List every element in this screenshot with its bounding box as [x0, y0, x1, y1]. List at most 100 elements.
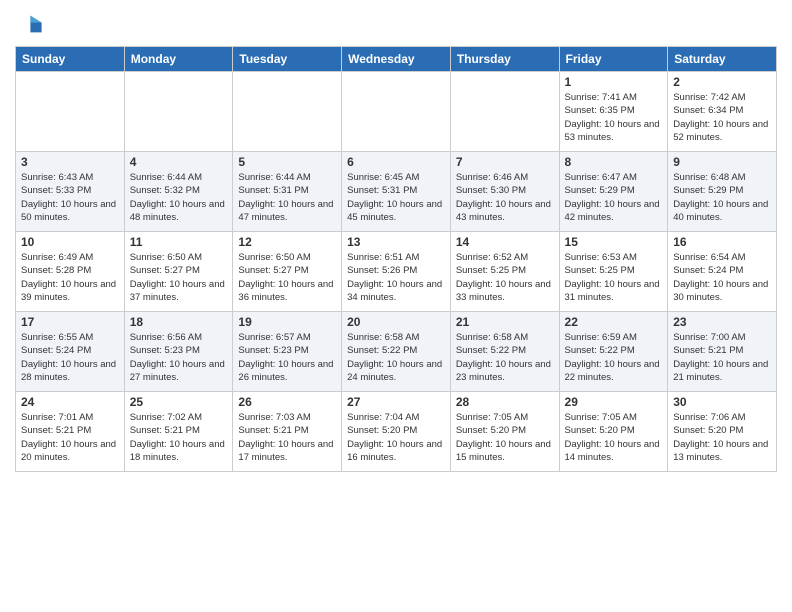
day-info: Sunrise: 7:01 AM Sunset: 5:21 PM Dayligh…: [21, 411, 119, 464]
day-info: Sunrise: 7:42 AM Sunset: 6:34 PM Dayligh…: [673, 91, 771, 144]
weekday-tuesday: Tuesday: [233, 47, 342, 72]
day-info: Sunrise: 7:06 AM Sunset: 5:20 PM Dayligh…: [673, 411, 771, 464]
day-number: 5: [238, 155, 336, 169]
day-cell: 15 Sunrise: 6:53 AM Sunset: 5:25 PM Dayli…: [559, 232, 668, 312]
day-number: 20: [347, 315, 445, 329]
weekday-sunday: Sunday: [16, 47, 125, 72]
day-cell: 25 Sunrise: 7:02 AM Sunset: 5:21 PM Dayli…: [124, 392, 233, 472]
day-number: 7: [456, 155, 554, 169]
day-cell: 7 Sunrise: 6:46 AM Sunset: 5:30 PM Daylig…: [450, 152, 559, 232]
day-number: 30: [673, 395, 771, 409]
day-info: Sunrise: 6:45 AM Sunset: 5:31 PM Dayligh…: [347, 171, 445, 224]
day-cell: 5 Sunrise: 6:44 AM Sunset: 5:31 PM Daylig…: [233, 152, 342, 232]
week-row-2: 10 Sunrise: 6:49 AM Sunset: 5:28 PM Dayli…: [16, 232, 777, 312]
day-info: Sunrise: 7:00 AM Sunset: 5:21 PM Dayligh…: [673, 331, 771, 384]
day-cell: 11 Sunrise: 6:50 AM Sunset: 5:27 PM Dayli…: [124, 232, 233, 312]
day-number: 12: [238, 235, 336, 249]
week-row-0: 1Sunrise: 7:41 AM Sunset: 6:35 PM Daylig…: [16, 72, 777, 152]
calendar: SundayMondayTuesdayWednesdayThursdayFrid…: [15, 46, 777, 472]
day-cell: 3 Sunrise: 6:43 AM Sunset: 5:33 PM Daylig…: [16, 152, 125, 232]
day-cell: 23Sunrise: 7:00 AM Sunset: 5:21 PM Dayli…: [668, 312, 777, 392]
day-info: Sunrise: 7:04 AM Sunset: 5:20 PM Dayligh…: [347, 411, 445, 464]
day-cell: 26Sunrise: 7:03 AM Sunset: 5:21 PM Dayli…: [233, 392, 342, 472]
day-number: 10: [21, 235, 119, 249]
day-number: 15: [565, 235, 663, 249]
day-info: Sunrise: 6:58 AM Sunset: 5:22 PM Dayligh…: [347, 331, 445, 384]
day-info: Sunrise: 7:02 AM Sunset: 5:21 PM Dayligh…: [130, 411, 228, 464]
day-cell: 13 Sunrise: 6:51 AM Sunset: 5:26 PM Dayli…: [342, 232, 451, 312]
day-cell: 4Sunrise: 6:44 AM Sunset: 5:32 PM Daylig…: [124, 152, 233, 232]
day-cell: 18 Sunrise: 6:56 AM Sunset: 5:23 PM Dayli…: [124, 312, 233, 392]
day-info: Sunrise: 6:55 AM Sunset: 5:24 PM Dayligh…: [21, 331, 119, 384]
week-row-1: 3 Sunrise: 6:43 AM Sunset: 5:33 PM Daylig…: [16, 152, 777, 232]
day-cell: [342, 72, 451, 152]
day-number: 16: [673, 235, 771, 249]
day-number: 2: [673, 75, 771, 89]
week-row-4: 24 Sunrise: 7:01 AM Sunset: 5:21 PM Dayli…: [16, 392, 777, 472]
day-info: Sunrise: 6:56 AM Sunset: 5:23 PM Dayligh…: [130, 331, 228, 384]
weekday-header-row: SundayMondayTuesdayWednesdayThursdayFrid…: [16, 47, 777, 72]
day-number: 27: [347, 395, 445, 409]
logo-icon: [15, 10, 43, 38]
day-cell: 19 Sunrise: 6:57 AM Sunset: 5:23 PM Dayli…: [233, 312, 342, 392]
day-info: Sunrise: 6:58 AM Sunset: 5:22 PM Dayligh…: [456, 331, 554, 384]
day-number: 17: [21, 315, 119, 329]
day-number: 14: [456, 235, 554, 249]
day-cell: [16, 72, 125, 152]
day-number: 29: [565, 395, 663, 409]
day-number: 1: [565, 75, 663, 89]
day-info: Sunrise: 6:52 AM Sunset: 5:25 PM Dayligh…: [456, 251, 554, 304]
day-cell: 9 Sunrise: 6:48 AM Sunset: 5:29 PM Daylig…: [668, 152, 777, 232]
weekday-wednesday: Wednesday: [342, 47, 451, 72]
weekday-monday: Monday: [124, 47, 233, 72]
day-cell: 27 Sunrise: 7:04 AM Sunset: 5:20 PM Dayli…: [342, 392, 451, 472]
week-row-3: 17 Sunrise: 6:55 AM Sunset: 5:24 PM Dayli…: [16, 312, 777, 392]
day-info: Sunrise: 6:46 AM Sunset: 5:30 PM Dayligh…: [456, 171, 554, 224]
day-cell: 8 Sunrise: 6:47 AM Sunset: 5:29 PM Daylig…: [559, 152, 668, 232]
day-cell: 17 Sunrise: 6:55 AM Sunset: 5:24 PM Dayli…: [16, 312, 125, 392]
day-info: Sunrise: 7:05 AM Sunset: 5:20 PM Dayligh…: [565, 411, 663, 464]
day-info: Sunrise: 6:59 AM Sunset: 5:22 PM Dayligh…: [565, 331, 663, 384]
day-number: 6: [347, 155, 445, 169]
day-number: 25: [130, 395, 228, 409]
weekday-friday: Friday: [559, 47, 668, 72]
day-cell: 29 Sunrise: 7:05 AM Sunset: 5:20 PM Dayli…: [559, 392, 668, 472]
day-number: 18: [130, 315, 228, 329]
day-number: 8: [565, 155, 663, 169]
day-number: 13: [347, 235, 445, 249]
day-cell: 6 Sunrise: 6:45 AM Sunset: 5:31 PM Daylig…: [342, 152, 451, 232]
day-number: 19: [238, 315, 336, 329]
day-info: Sunrise: 6:49 AM Sunset: 5:28 PM Dayligh…: [21, 251, 119, 304]
day-cell: 24 Sunrise: 7:01 AM Sunset: 5:21 PM Dayli…: [16, 392, 125, 472]
logo: [15, 10, 47, 38]
day-cell: 22 Sunrise: 6:59 AM Sunset: 5:22 PM Dayli…: [559, 312, 668, 392]
day-info: Sunrise: 6:43 AM Sunset: 5:33 PM Dayligh…: [21, 171, 119, 224]
day-cell: 21 Sunrise: 6:58 AM Sunset: 5:22 PM Dayli…: [450, 312, 559, 392]
day-cell: 1Sunrise: 7:41 AM Sunset: 6:35 PM Daylig…: [559, 72, 668, 152]
day-number: 3: [21, 155, 119, 169]
day-number: 24: [21, 395, 119, 409]
day-number: 9: [673, 155, 771, 169]
day-info: Sunrise: 6:50 AM Sunset: 5:27 PM Dayligh…: [238, 251, 336, 304]
day-info: Sunrise: 6:51 AM Sunset: 5:26 PM Dayligh…: [347, 251, 445, 304]
day-number: 11: [130, 235, 228, 249]
day-cell: [450, 72, 559, 152]
day-number: 21: [456, 315, 554, 329]
day-info: Sunrise: 6:57 AM Sunset: 5:23 PM Dayligh…: [238, 331, 336, 384]
day-info: Sunrise: 6:48 AM Sunset: 5:29 PM Dayligh…: [673, 171, 771, 224]
day-info: Sunrise: 6:44 AM Sunset: 5:31 PM Dayligh…: [238, 171, 336, 224]
day-cell: 16 Sunrise: 6:54 AM Sunset: 5:24 PM Dayli…: [668, 232, 777, 312]
day-info: Sunrise: 6:54 AM Sunset: 5:24 PM Dayligh…: [673, 251, 771, 304]
day-info: Sunrise: 6:47 AM Sunset: 5:29 PM Dayligh…: [565, 171, 663, 224]
day-info: Sunrise: 7:03 AM Sunset: 5:21 PM Dayligh…: [238, 411, 336, 464]
day-info: Sunrise: 6:53 AM Sunset: 5:25 PM Dayligh…: [565, 251, 663, 304]
day-cell: 30 Sunrise: 7:06 AM Sunset: 5:20 PM Dayli…: [668, 392, 777, 472]
day-cell: 20 Sunrise: 6:58 AM Sunset: 5:22 PM Dayli…: [342, 312, 451, 392]
day-number: 22: [565, 315, 663, 329]
day-cell: [124, 72, 233, 152]
day-cell: 2 Sunrise: 7:42 AM Sunset: 6:34 PM Daylig…: [668, 72, 777, 152]
day-cell: 28Sunrise: 7:05 AM Sunset: 5:20 PM Dayli…: [450, 392, 559, 472]
weekday-saturday: Saturday: [668, 47, 777, 72]
header: [15, 10, 777, 38]
day-info: Sunrise: 6:50 AM Sunset: 5:27 PM Dayligh…: [130, 251, 228, 304]
